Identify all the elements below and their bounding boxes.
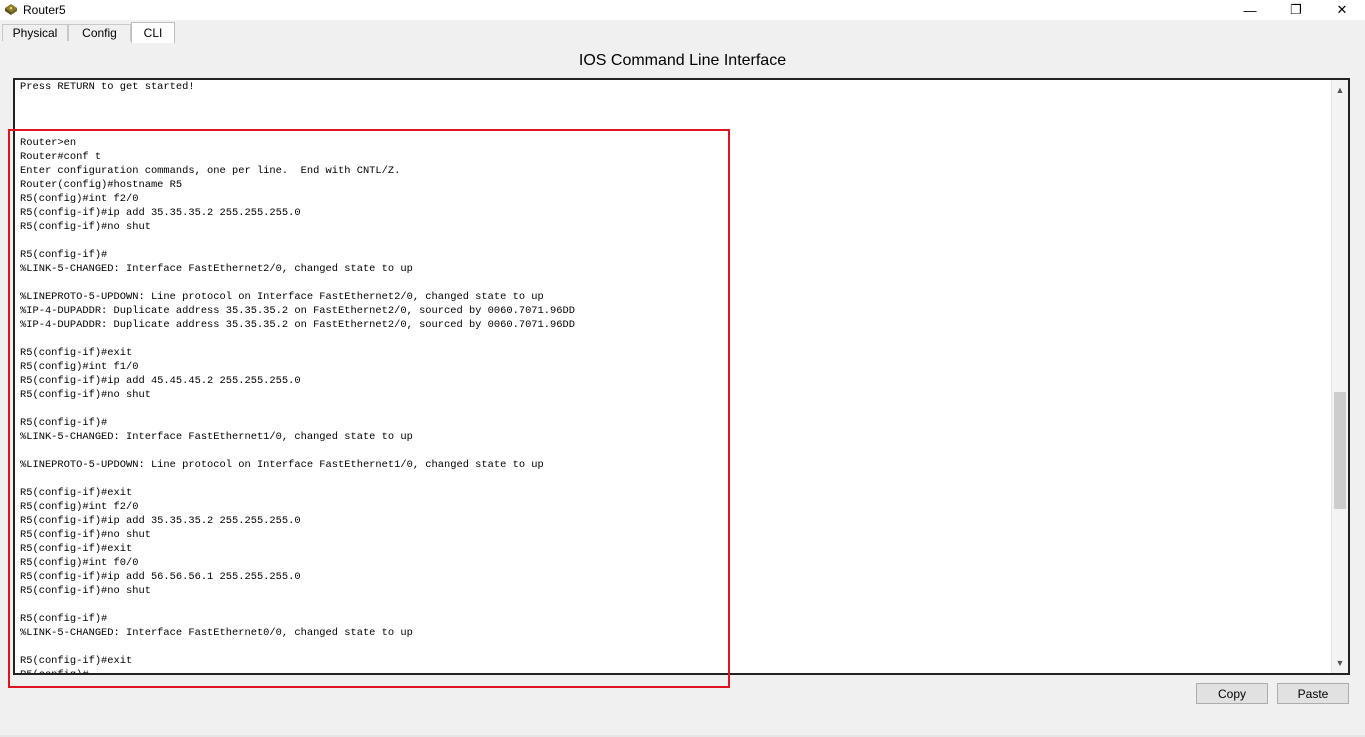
copy-button[interactable]: Copy [1196, 683, 1268, 704]
terminal-line: R5(config-if)#no shut [20, 389, 151, 401]
terminal-line: %LINEPROTO-5-UPDOWN: Line protocol on In… [20, 459, 544, 471]
tab-physical[interactable]: Physical [2, 24, 68, 41]
router-app-icon [4, 3, 18, 16]
terminal-output[interactable]: Press RETURN to get started! Router>en R… [20, 80, 575, 675]
window-title: Router5 [23, 3, 66, 17]
title-bar: Router5 — ❐ ✕ [0, 0, 1365, 20]
terminal-line: R5(config-if)#no shut [20, 585, 151, 597]
tab-cli[interactable]: CLI [131, 22, 175, 43]
terminal-line: R5(config)#int f2/0 [20, 193, 139, 205]
terminal-line: R5(config-if)# [20, 249, 108, 261]
terminal-line: Router(config)#hostname R5 [20, 179, 183, 191]
terminal-line: R5(config-if)#no shut [20, 221, 151, 233]
restore-icon: ❐ [1290, 2, 1302, 17]
terminal-line: %LINK-5-CHANGED: Interface FastEthernet0… [20, 627, 413, 639]
terminal-line: R5(config)# [20, 669, 89, 675]
terminal-line: R5(config-if)# [20, 417, 108, 429]
scroll-thumb[interactable] [1334, 392, 1346, 509]
terminal-line: R5(config)#int f2/0 [20, 501, 139, 513]
terminal-line: %LINK-5-CHANGED: Interface FastEthernet2… [20, 263, 413, 275]
tab-config[interactable]: Config [68, 24, 131, 41]
terminal-line: %LINEPROTO-5-UPDOWN: Line protocol on In… [20, 291, 544, 303]
terminal-line: %IP-4-DUPADDR: Duplicate address 35.35.3… [20, 319, 575, 331]
cli-heading: IOS Command Line Interface [578, 52, 787, 69]
close-button[interactable]: ✕ [1319, 0, 1365, 20]
terminal-line: Router#conf t [20, 151, 102, 163]
terminal-line: R5(config-if)#exit [20, 655, 133, 667]
terminal-line: %LINK-5-CHANGED: Interface FastEthernet1… [20, 431, 413, 443]
close-icon: ✕ [1336, 2, 1348, 17]
restore-button[interactable]: ❐ [1273, 0, 1319, 20]
terminal-line: R5(config-if)#exit [20, 487, 133, 499]
terminal-line: R5(config-if)#no shut [20, 529, 151, 541]
terminal-line: R5(config)#int f0/0 [20, 557, 139, 569]
terminal-scrollbar[interactable]: ▲ ▼ [1331, 80, 1348, 673]
scroll-up-icon[interactable]: ▲ [1332, 82, 1348, 98]
terminal-line: R5(config)#int f1/0 [20, 361, 139, 373]
cli-terminal[interactable]: Press RETURN to get started! Router>en R… [13, 78, 1350, 675]
terminal-line: R5(config-if)#ip add 56.56.56.1 255.255.… [20, 571, 301, 583]
terminal-line: Press RETURN to get started! [20, 81, 195, 93]
minimize-icon: — [1243, 2, 1257, 18]
terminal-line: R5(config-if)# [20, 613, 108, 625]
terminal-line: R5(config-if)#exit [20, 543, 133, 555]
minimize-button[interactable]: — [1227, 0, 1273, 20]
terminal-line: %IP-4-DUPADDR: Duplicate address 35.35.3… [20, 305, 575, 317]
terminal-line: Router>en [20, 137, 77, 149]
terminal-line: Enter configuration commands, one per li… [20, 165, 401, 177]
terminal-line: R5(config-if)#ip add 45.45.45.2 255.255.… [20, 375, 301, 387]
terminal-line: R5(config-if)#ip add 35.35.35.2 255.255.… [20, 207, 301, 219]
scroll-down-icon[interactable]: ▼ [1332, 655, 1348, 671]
tab-bar: Physical Config CLI [0, 22, 1365, 43]
terminal-line: R5(config-if)#exit [20, 347, 133, 359]
paste-button[interactable]: Paste [1277, 683, 1349, 704]
terminal-line: R5(config-if)#ip add 35.35.35.2 255.255.… [20, 515, 301, 527]
